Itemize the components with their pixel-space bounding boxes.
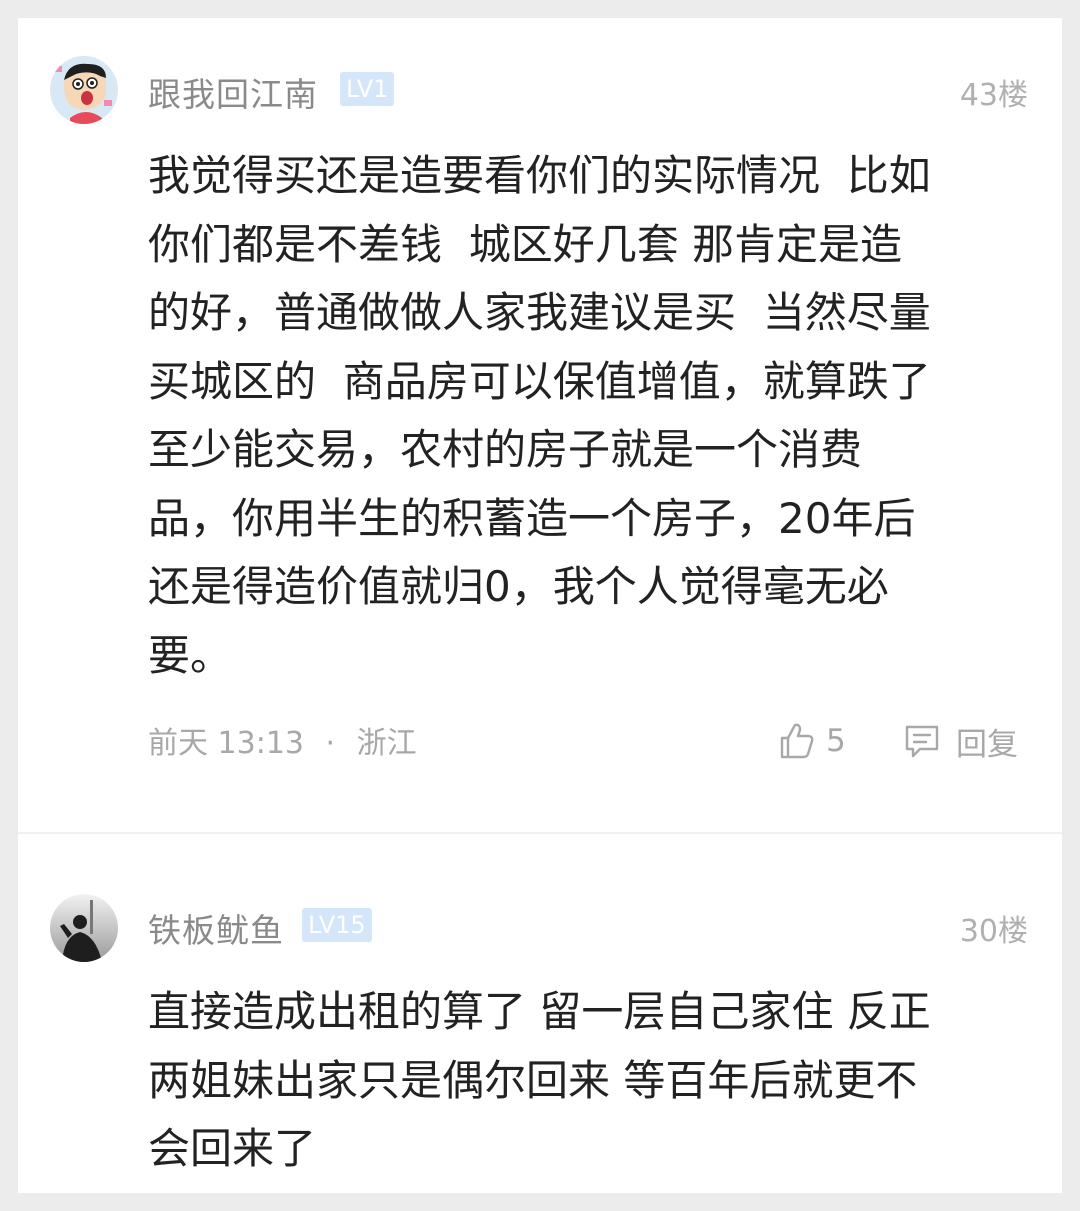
comment-item: 铁板鱿鱼 LV15 30楼 直接造成出租的算了 留一层自己家住 反正 两姐妹出家… bbox=[18, 834, 1062, 1193]
username[interactable]: 跟我回江南 bbox=[148, 68, 318, 116]
comment-content: 直接造成出租的算了 留一层自己家住 反正 两姐妹出家只是偶尔回来 等百年后就更不… bbox=[148, 987, 931, 1173]
username[interactable]: 铁板鱿鱼 bbox=[148, 904, 284, 952]
user-avatar[interactable] bbox=[50, 56, 118, 124]
like-count: 5 bbox=[826, 723, 846, 759]
comment-location: 浙江 bbox=[356, 726, 417, 761]
thumbs-up-icon bbox=[780, 723, 814, 759]
comment-content: 我觉得买还是造要看你们的实际情况 比如 你们都是不差钱 城区好几套 那肯定是造 … bbox=[148, 151, 931, 680]
level-badge: LV1 bbox=[340, 72, 395, 106]
comment-list: 跟我回江南 LV1 43楼 我觉得买还是造要看你们的实际情况 比如 你们都是不差… bbox=[18, 18, 1062, 1193]
user-avatar[interactable] bbox=[50, 894, 118, 962]
floor-number: 43楼 bbox=[959, 78, 1028, 113]
reply-label: 回复 bbox=[956, 726, 1018, 763]
like-button[interactable]: 5 bbox=[776, 718, 846, 764]
silhouette-avatar-icon bbox=[50, 894, 118, 962]
meta-separator: · bbox=[325, 726, 336, 761]
level-badge: LV15 bbox=[302, 908, 372, 942]
comment-bubble-icon bbox=[905, 725, 939, 758]
comment-item: 跟我回江南 LV1 43楼 我觉得买还是造要看你们的实际情况 比如 你们都是不差… bbox=[18, 18, 1062, 830]
floor-number: 30楼 bbox=[959, 914, 1028, 949]
comment-time: 前天 13:13 bbox=[148, 726, 304, 761]
reply-button[interactable]: 回复 bbox=[902, 718, 1018, 764]
comment-meta: 前天 13:13 · 浙江 bbox=[148, 718, 417, 762]
cartoon-boy-avatar-icon bbox=[50, 56, 118, 124]
